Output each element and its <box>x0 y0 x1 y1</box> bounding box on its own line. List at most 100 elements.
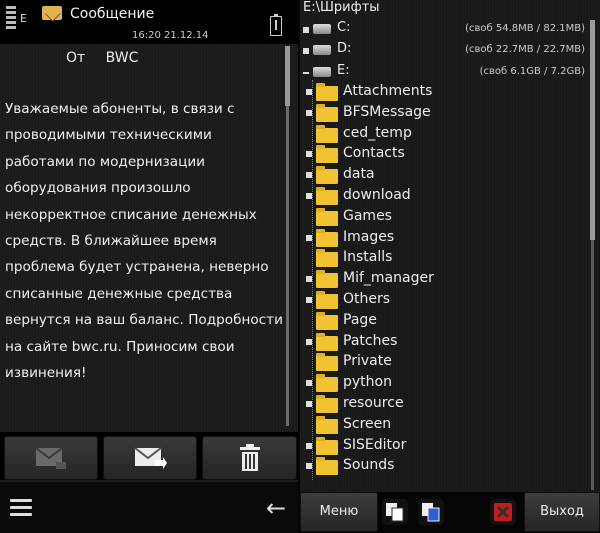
folder-name: Screen <box>343 415 392 432</box>
folder-row[interactable]: Contacts <box>306 144 586 165</box>
folder-name: Sounds <box>343 457 395 474</box>
exit-softkey[interactable]: Выход <box>524 492 600 532</box>
signal-strength-icon <box>6 6 16 38</box>
expand-icon[interactable] <box>306 172 312 179</box>
folder-icon <box>316 103 338 122</box>
folder-name: Images <box>343 228 395 245</box>
current-path: E:\Шрифты <box>303 0 380 15</box>
folder-row[interactable]: Images <box>306 228 586 249</box>
cancel-button[interactable] <box>490 499 516 525</box>
expand-icon[interactable] <box>306 234 312 241</box>
message-body: Уважаемые абоненты, в связи с проводимым… <box>5 101 283 382</box>
expand-icon[interactable] <box>306 401 312 407</box>
message-action-bar <box>0 432 298 480</box>
envelope-icon <box>42 6 62 20</box>
folder-icon <box>316 353 338 372</box>
expand-icon[interactable] <box>306 338 312 345</box>
file-list-scrollbar[interactable] <box>590 20 595 490</box>
expand-icon[interactable] <box>306 151 312 158</box>
folder-row[interactable]: Installs <box>306 248 586 269</box>
expand-icon[interactable] <box>306 463 312 470</box>
drive-space: (своб 54.8MB / 82.1MB) <box>465 23 585 34</box>
folder-row[interactable]: Attachments <box>306 82 586 103</box>
softkey-bar: Меню Выход <box>300 492 600 533</box>
left-bottom-bar: ← <box>0 482 298 533</box>
folder-name: Mif_manager <box>343 270 434 287</box>
network-label: E <box>20 12 27 25</box>
folder-row[interactable]: Games <box>306 207 586 228</box>
reply-button[interactable] <box>4 436 98 480</box>
folder-name: Attachments <box>343 83 433 99</box>
drive-space: (своб 22.7MB / 22.7MB) <box>465 44 585 55</box>
folder-row[interactable]: resource <box>306 394 586 415</box>
delete-button[interactable] <box>202 436 297 480</box>
folder-name: Games <box>343 207 392 224</box>
expand-icon[interactable] <box>303 48 309 54</box>
message-scrollbar[interactable] <box>285 46 290 426</box>
expand-icon[interactable] <box>303 27 309 33</box>
folder-name: Patches <box>343 332 398 349</box>
folder-name: python <box>343 374 392 391</box>
folder-row[interactable]: BFSMessage <box>306 103 586 124</box>
folder-icon <box>316 415 338 434</box>
folder-icon <box>316 457 338 476</box>
battery-icon <box>270 14 282 36</box>
mail-forward-icon <box>134 447 167 469</box>
folder-icon <box>316 228 338 247</box>
folder-icon <box>316 436 338 455</box>
folder-icon <box>316 374 338 393</box>
drive-icon <box>313 45 331 55</box>
folder-row[interactable]: download <box>306 186 586 207</box>
folder-row[interactable]: Sounds <box>306 456 586 477</box>
drive-row[interactable]: C: (своб 54.8MB / 82.1MB) <box>303 20 593 42</box>
trash-icon <box>239 444 260 471</box>
expand-icon[interactable] <box>306 109 312 116</box>
paste-button[interactable] <box>418 499 444 525</box>
folder-icon <box>316 207 338 226</box>
drive-icon <box>313 67 331 77</box>
folder-name: SISEditor <box>343 436 407 453</box>
folder-name: Others <box>343 291 391 307</box>
folder-icon <box>316 270 338 289</box>
folder-row[interactable]: Private <box>306 352 586 373</box>
drive-space: (своб 6.1GB / 7.2GB) <box>479 66 585 77</box>
folder-name: data <box>343 166 375 183</box>
drive-name: C: <box>337 20 351 35</box>
red-x-icon <box>494 503 512 521</box>
drive-icon <box>313 24 331 34</box>
menu-softkey[interactable]: Меню <box>300 492 378 532</box>
folder-row[interactable]: Patches <box>306 332 586 353</box>
folder-icon <box>316 311 338 330</box>
drive-name: E: <box>337 63 350 78</box>
folder-icon <box>316 395 338 413</box>
collapse-icon[interactable] <box>303 72 309 74</box>
folder-row[interactable]: data <box>306 165 586 186</box>
message-time: 16:20 21.12.14 <box>132 30 209 41</box>
folder-row[interactable]: Others <box>306 290 586 311</box>
folder-name: Installs <box>343 249 393 266</box>
folder-icon <box>316 145 338 164</box>
expand-icon[interactable] <box>306 276 312 283</box>
drive-row[interactable]: D: (своб 22.7MB / 22.7MB) <box>303 41 593 63</box>
expand-icon[interactable] <box>306 89 312 95</box>
folder-row[interactable]: Mif_manager <box>306 269 586 290</box>
folder-row[interactable]: Screen <box>306 415 586 436</box>
folder-row[interactable]: Page <box>306 311 586 332</box>
folder-icon <box>316 332 338 351</box>
expand-icon[interactable] <box>306 297 312 303</box>
copy-button[interactable] <box>382 499 408 525</box>
folder-name: Private <box>343 353 392 370</box>
expand-icon[interactable] <box>306 442 312 449</box>
message-title: Сообщение <box>70 6 155 22</box>
expand-icon[interactable] <box>306 380 312 387</box>
expand-icon[interactable] <box>306 193 312 199</box>
mail-reply-icon <box>35 447 66 469</box>
folder-row[interactable]: python <box>306 373 586 394</box>
back-arrow-icon[interactable]: ← <box>266 496 286 520</box>
hamburger-icon[interactable] <box>10 499 32 520</box>
folder-row[interactable]: ced_temp <box>306 124 586 145</box>
sender-name: BWC <box>105 50 139 66</box>
folder-row[interactable]: SISEditor <box>306 436 586 457</box>
folder-icon <box>316 187 338 205</box>
forward-button[interactable] <box>103 436 197 480</box>
